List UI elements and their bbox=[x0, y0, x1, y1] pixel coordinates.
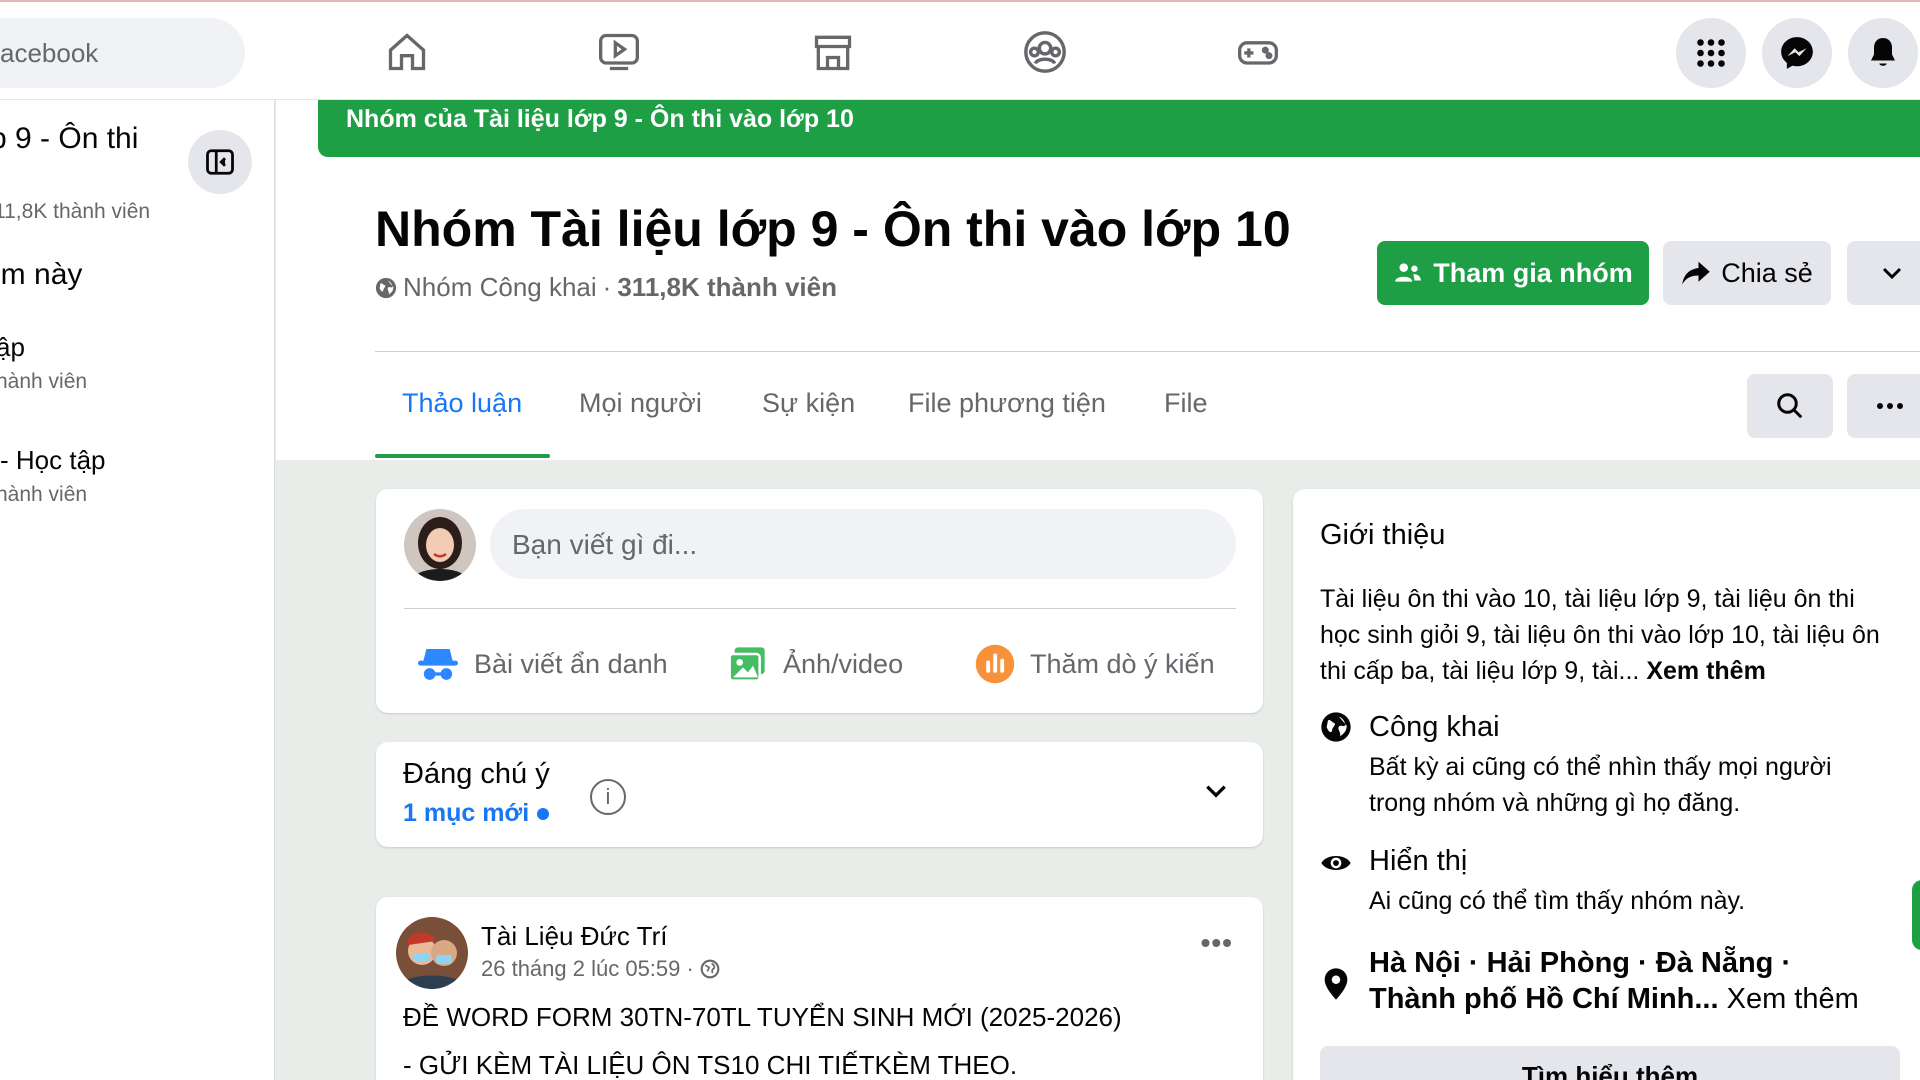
page-title[interactable]: Nhóm Tài liệu lớp 9 - Ôn thi vào lớp 10 bbox=[375, 200, 1291, 258]
search-icon bbox=[1777, 393, 1803, 419]
join-group-button[interactable]: Tham gia nhóm bbox=[1377, 241, 1649, 305]
public-description: Bất kỳ ai cũng có thể nhìn thấy mọi ngườ… bbox=[1369, 753, 1832, 817]
group-header: Nhóm của Tài liệu lớp 9 - Ôn thi vào lớp… bbox=[276, 100, 1920, 460]
collapse-sidebar-button[interactable] bbox=[188, 130, 252, 194]
location-line: Hà Nội · Hải Phòng · Đà Nẵng · bbox=[1369, 947, 1792, 979]
group-banner-text: Nhóm của Tài liệu lớp 9 - Ôn thi vào lớp… bbox=[346, 105, 854, 133]
poll-icon bbox=[975, 644, 1015, 684]
feed-post: Tài Liệu Đức Trí 26 tháng 2 lúc 05:59 · … bbox=[376, 897, 1263, 1080]
eye-icon bbox=[1321, 856, 1351, 870]
share-button[interactable]: Chia sẻ bbox=[1663, 241, 1831, 305]
globe-icon bbox=[375, 277, 397, 298]
post-composer: Bạn viết gì đi... Bài viết ẩn danh Ảnh/v… bbox=[376, 489, 1263, 713]
composer-input[interactable]: Bạn viết gì đi... bbox=[490, 509, 1236, 579]
menu-grid-icon[interactable] bbox=[1676, 18, 1746, 88]
sidebar-item-name[interactable]: ập bbox=[0, 332, 25, 363]
marketplace-icon[interactable] bbox=[805, 24, 861, 80]
search-input[interactable]: acebook bbox=[0, 18, 245, 88]
featured-new-label: 1 mục mới bbox=[403, 799, 530, 827]
poll-label: Thăm dò ý kiến bbox=[1030, 648, 1215, 679]
collapse-panel-icon bbox=[206, 149, 234, 175]
post-author-name[interactable]: Tài Liệu Đức Trí bbox=[481, 921, 667, 952]
globe-icon bbox=[1321, 712, 1351, 742]
header-divider bbox=[375, 351, 1920, 352]
location-list: Hà Nội · Hải Phòng · Đà Nẵng · Thành phố… bbox=[1369, 945, 1859, 1017]
sidebar-item-meta: hành viên bbox=[0, 483, 88, 506]
photo-video-button[interactable]: Ảnh/video bbox=[727, 639, 903, 689]
about-description: Tài liệu ôn thi vào 10, tài liệu lớp 9, … bbox=[1320, 581, 1900, 689]
post-meta: 26 tháng 2 lúc 05:59 · bbox=[481, 956, 720, 982]
floating-chat-button[interactable] bbox=[1912, 880, 1920, 950]
photo-icon bbox=[728, 647, 765, 682]
post-options-button[interactable]: ••• bbox=[1201, 927, 1233, 959]
poll-button[interactable]: Thăm dò ý kiến bbox=[974, 639, 1215, 689]
search-placeholder: acebook bbox=[0, 38, 99, 68]
tab-files[interactable]: File bbox=[1164, 388, 1208, 419]
groups-icon[interactable] bbox=[1017, 24, 1073, 80]
unread-dot bbox=[537, 807, 550, 820]
meta-separator: · bbox=[602, 272, 612, 302]
anonymous-post-label: Bài viết ẩn danh bbox=[474, 648, 668, 679]
home-icon[interactable] bbox=[379, 24, 435, 80]
globe-icon bbox=[700, 959, 720, 979]
learn-more-button[interactable]: Tìm hiểu thêm bbox=[1320, 1046, 1900, 1080]
info-icon[interactable]: i bbox=[590, 779, 626, 815]
group-join-icon bbox=[1395, 263, 1422, 282]
top-navigation-bar: acebook bbox=[0, 0, 1920, 100]
gaming-icon[interactable] bbox=[1230, 24, 1286, 80]
active-tab-indicator bbox=[375, 454, 550, 458]
see-more-link[interactable]: Xem thêm bbox=[1646, 657, 1765, 685]
featured-section[interactable]: Đáng chú ý 1 mục mới i bbox=[376, 742, 1263, 847]
anonymous-icon bbox=[418, 649, 458, 680]
chevron-down-icon bbox=[1206, 785, 1226, 798]
about-panel: Giới thiệu Tài liệu ôn thi vào 10, tài l… bbox=[1293, 489, 1920, 1080]
messenger-icon[interactable] bbox=[1762, 18, 1832, 88]
group-banner[interactable]: Nhóm của Tài liệu lớp 9 - Ôn thi vào lớp… bbox=[318, 100, 1920, 157]
tab-media[interactable]: File phương tiện bbox=[908, 388, 1106, 419]
avatar[interactable] bbox=[404, 509, 476, 581]
ellipsis-icon bbox=[1877, 403, 1903, 409]
join-group-label: Tham gia nhóm bbox=[1433, 257, 1633, 288]
visible-description: Ai cũng có thể tìm thấy nhóm này. bbox=[1369, 887, 1746, 915]
photo-video-label: Ảnh/video bbox=[783, 648, 904, 679]
tab-people[interactable]: Mọi người bbox=[579, 388, 702, 419]
about-description-text: Tài liệu ôn thi vào 10, tài liệu lớp 9, … bbox=[1320, 585, 1880, 685]
bell-icon[interactable] bbox=[1848, 18, 1918, 88]
tab-events[interactable]: Sự kiện bbox=[762, 388, 855, 419]
group-search-button[interactable] bbox=[1747, 374, 1833, 438]
location-pin-icon bbox=[1324, 968, 1348, 1000]
location-line: Thành phố Hồ Chí Minh... bbox=[1369, 983, 1719, 1015]
sidebar-item-name[interactable]: - Học tập bbox=[0, 445, 106, 476]
left-sidebar: p 9 - Ôn thi 11,8K thành viên óm này ập … bbox=[0, 100, 275, 1080]
sidebar-group-members: 11,8K thành viên bbox=[0, 200, 151, 223]
anonymous-post-button[interactable]: Bài viết ẩn danh bbox=[416, 639, 668, 689]
post-timestamp[interactable]: 26 tháng 2 lúc 05:59 · bbox=[481, 956, 694, 982]
share-label: Chia sẻ bbox=[1721, 257, 1813, 288]
featured-new-items: 1 mục mới bbox=[403, 799, 550, 828]
post-text-line: - GỬI KÈM TÀI LIỆU ÔN TS10 CHI TIẾTKÈM T… bbox=[403, 1050, 1018, 1080]
more-options-button[interactable] bbox=[1847, 241, 1920, 305]
tab-discussion[interactable]: Thảo luận bbox=[402, 388, 522, 419]
group-meta: Nhóm Công khai · 311,8K thành viên bbox=[375, 272, 837, 303]
sidebar-item-meta: hành viên bbox=[0, 370, 88, 393]
sidebar-section-title: óm này bbox=[0, 258, 83, 291]
group-privacy: Nhóm Công khai bbox=[403, 272, 597, 302]
sidebar-group-title[interactable]: p 9 - Ôn thi bbox=[0, 122, 138, 156]
location-see-more-link[interactable]: Xem thêm bbox=[1727, 983, 1859, 1015]
group-members[interactable]: 311,8K thành viên bbox=[617, 272, 837, 303]
video-icon[interactable] bbox=[591, 24, 647, 80]
visible-title: Hiển thị bbox=[1369, 845, 1468, 877]
group-more-button[interactable] bbox=[1847, 374, 1920, 438]
post-text-line: ĐỀ WORD FORM 30TN-70TL TUYỂN SINH MỚI (2… bbox=[403, 1002, 1122, 1032]
post-author-avatar[interactable] bbox=[396, 917, 468, 989]
about-title: Giới thiệu bbox=[1320, 519, 1446, 551]
expand-button[interactable] bbox=[1203, 782, 1229, 805]
share-icon bbox=[1682, 261, 1710, 285]
featured-title: Đáng chú ý bbox=[403, 758, 550, 790]
public-title: Công khai bbox=[1369, 711, 1500, 743]
chevron-down-icon bbox=[1882, 267, 1902, 280]
composer-divider bbox=[404, 608, 1236, 609]
